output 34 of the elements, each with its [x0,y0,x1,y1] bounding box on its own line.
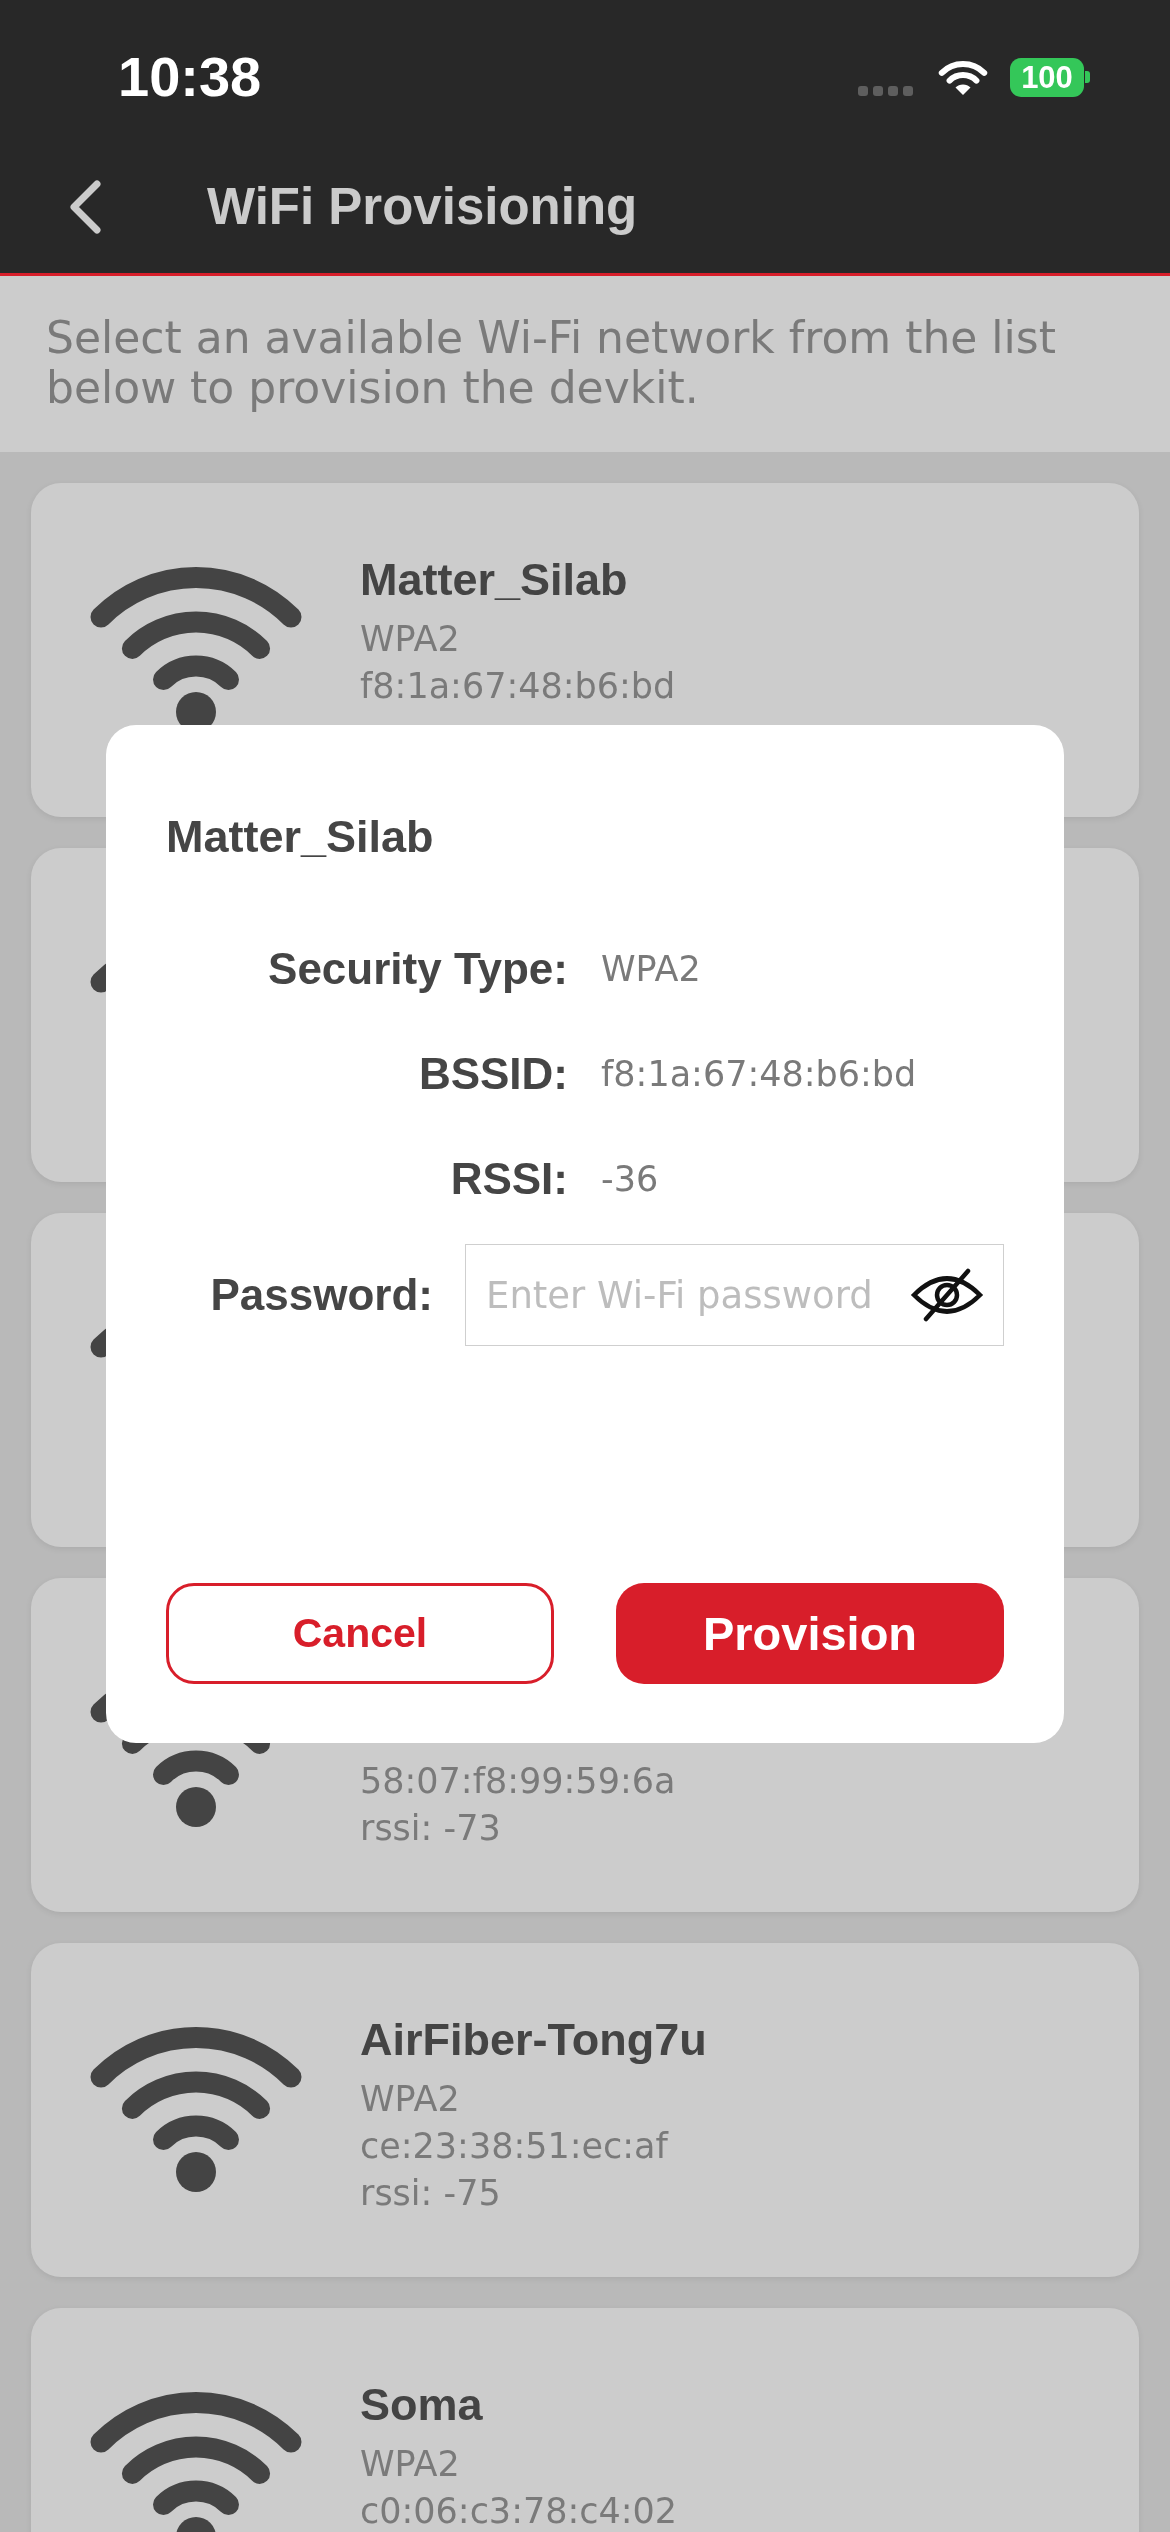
network-name: AirFiber-Tong7u [360,2014,707,2066]
battery-indicator: 100 [1010,57,1090,97]
field-label: RSSI: [449,1154,568,1204]
network-bssid: 58:07:f8:99:59:6a [360,1764,676,1798]
network-bssid: c0:06:c3:78:c4:02 [360,2494,678,2528]
eye-slash-icon[interactable] [910,1268,984,1322]
network-card[interactable]: AirFiber-Tong7u WPA2 ce:23:38:51:ec:af rssi: -75 [31,1943,1139,2277]
network-bssid: f8:1a:67:48:b6:bd [360,669,676,703]
back-icon[interactable] [67,178,103,235]
wifi-icon [90,2392,302,2532]
network-security: WPA2 [360,2082,461,2116]
field-value: f8:1a:67:48:b6:bd [601,1053,917,1096]
page-title: WiFi Provisioning [207,176,638,237]
field-label: Password: [209,1270,433,1320]
network-rssi: rssi: -73 [360,1811,502,1845]
provision-button[interactable]: Provision [616,1583,1004,1684]
signal-icon [858,86,914,96]
network-name: Soma [360,2379,484,2431]
clock: 10:38 [118,47,262,107]
wifi-icon [937,58,989,96]
network-card[interactable]: Soma WPA2 c0:06:c3:78:c4:02 [31,2308,1139,2532]
field-value: -36 [601,1158,659,1201]
network-security: WPA2 [360,2447,461,2481]
cancel-button[interactable]: Cancel [166,1583,554,1684]
field-label: Security Type: [267,944,568,994]
field-value: WPA2 [601,948,701,991]
network-rssi: rssi: -75 [360,2176,502,2210]
wifi-icon [90,2027,302,2193]
password-field[interactable]: Enter Wi-Fi password [465,1244,1004,1346]
field-label: BSSID: [417,1049,568,1099]
instructions-text: Select an available Wi-Fi network from the list below to provision the devkit. [46,313,1057,413]
network-bssid: ce:23:38:51:ec:af [360,2129,670,2163]
network-security: WPA2 [360,622,461,656]
network-name: Matter_Silab [360,554,629,606]
